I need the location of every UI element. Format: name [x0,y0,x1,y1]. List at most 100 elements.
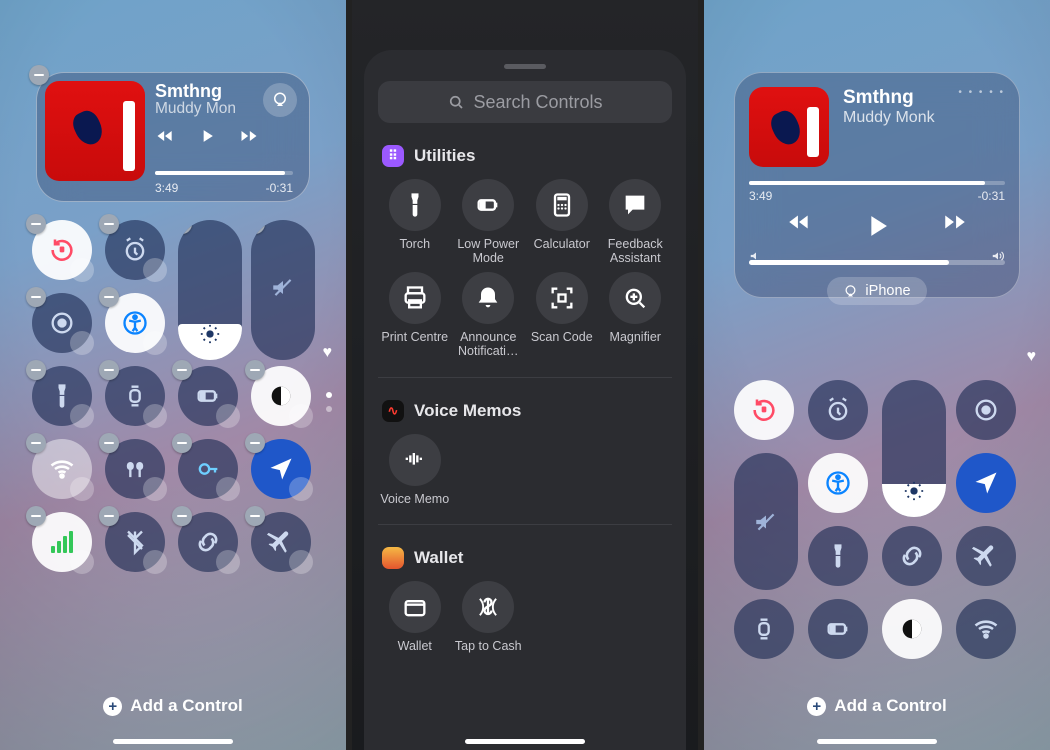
watch-button[interactable] [734,599,794,659]
airplane-mode-button[interactable] [251,512,311,572]
resize-grip-icon[interactable] [143,477,167,501]
dark-mode-button[interactable] [251,366,311,426]
resize-grip-icon[interactable] [216,550,240,574]
remove-icon[interactable] [26,360,46,380]
resize-grip-icon[interactable] [216,477,240,501]
gallery-item-wallet[interactable]: Wallet [378,581,452,653]
gallery-item-voice-memo[interactable]: Voice Memo [378,434,452,506]
accessibility-button[interactable] [808,453,868,513]
resize-grip-icon[interactable] [70,258,94,282]
resize-grip-icon[interactable] [216,404,240,428]
resize-grip-icon[interactable] [289,404,313,428]
add-control-button[interactable]: + Add a Control [0,696,346,716]
link-button[interactable] [882,526,942,586]
resize-grip-icon[interactable] [289,477,313,501]
resize-grip-icon[interactable] [289,550,313,574]
rotation-lock-button[interactable] [734,380,794,440]
gallery-item-torch[interactable]: Torch [378,179,452,266]
volume-slider[interactable] [749,260,1005,265]
resize-grip-icon[interactable] [70,477,94,501]
page-dots[interactable] [326,392,332,412]
now-playing-large[interactable]: Smthng Muddy Monk • • • • • 3:49-0:31 iP… [734,72,1020,298]
remove-icon[interactable] [172,360,192,380]
remove-icon[interactable] [99,360,119,380]
remove-icon[interactable] [26,214,46,234]
gallery-item-calculator[interactable]: Calculator [525,179,599,266]
favorites-heart-icon[interactable]: ♥ [1027,348,1037,366]
resize-grip-icon[interactable] [70,404,94,428]
brightness-slider[interactable] [882,380,946,517]
remove-icon[interactable] [251,220,265,234]
rewind-icon[interactable] [786,209,812,248]
remove-icon[interactable] [178,220,192,234]
torch-button[interactable] [32,366,92,426]
gallery-item-print[interactable]: Print Centre [378,272,452,359]
screen-record-button[interactable] [32,293,92,353]
remove-icon[interactable] [29,65,49,85]
play-icon[interactable] [860,209,894,248]
resize-grip-icon[interactable] [70,550,94,574]
gallery-item-scan-code[interactable]: Scan Code [525,272,599,359]
remove-icon[interactable] [172,433,192,453]
accessibility-button[interactable] [105,293,165,353]
now-playing-card[interactable]: Smthng Muddy Mon 3:49 -0:31 [36,72,310,202]
passwords-button[interactable] [178,439,238,499]
play-icon[interactable] [197,126,217,151]
airplay-icon[interactable] [263,83,297,117]
wifi-button[interactable] [32,439,92,499]
alarm-button[interactable] [808,380,868,440]
dark-mode-button[interactable] [882,599,942,659]
low-power-button[interactable] [808,599,868,659]
remove-icon[interactable] [99,287,119,307]
add-control-button[interactable]: + Add a Control [704,696,1050,716]
rewind-icon[interactable] [155,126,175,151]
volume-slider[interactable] [734,453,798,590]
remove-icon[interactable] [99,506,119,526]
volume-slider[interactable] [251,220,315,360]
more-icon[interactable]: • • • • • [958,87,1005,167]
brightness-slider[interactable] [178,220,242,360]
gallery-item-low-power[interactable]: Low Power Mode [452,179,526,266]
resize-grip-icon[interactable] [143,550,167,574]
resize-grip-icon[interactable] [143,404,167,428]
airplane-mode-button[interactable] [956,526,1016,586]
watch-button[interactable] [105,366,165,426]
remove-icon[interactable] [26,287,46,307]
gallery-item-announce[interactable]: Announce Notificati… [452,272,526,359]
audio-route-button[interactable]: iPhone [827,277,926,305]
location-button[interactable] [956,453,1016,513]
remove-icon[interactable] [99,433,119,453]
screen-record-button[interactable] [956,380,1016,440]
low-power-button[interactable] [178,366,238,426]
scrubber[interactable] [749,181,1005,185]
wifi-button[interactable] [956,599,1016,659]
favorites-heart-icon[interactable]: ♥ [323,344,333,362]
rotation-lock-button[interactable] [32,220,92,280]
remove-icon[interactable] [245,360,265,380]
gallery-item-tap-to-cash[interactable]: Tap to Cash [452,581,526,653]
scrubber[interactable] [155,171,293,175]
home-indicator[interactable] [465,739,585,744]
sheet-grabber[interactable] [504,64,546,69]
cellular-button[interactable] [32,512,92,572]
remove-icon[interactable] [245,506,265,526]
search-input[interactable]: Search Controls [378,81,672,123]
location-button[interactable] [251,439,311,499]
remove-icon[interactable] [26,433,46,453]
airpods-button[interactable] [105,439,165,499]
remove-icon[interactable] [172,506,192,526]
resize-grip-icon[interactable] [143,331,167,355]
resize-grip-icon[interactable] [143,258,167,282]
link-button[interactable] [178,512,238,572]
gallery-item-magnifier[interactable]: Magnifier [599,272,673,359]
resize-grip-icon[interactable] [70,331,94,355]
remove-icon[interactable] [26,506,46,526]
bluetooth-button[interactable] [105,512,165,572]
remove-icon[interactable] [245,433,265,453]
home-indicator[interactable] [817,739,937,744]
remove-icon[interactable] [99,214,119,234]
gallery-item-feedback[interactable]: Feedback Assistant [599,179,673,266]
torch-button[interactable] [808,526,868,586]
forward-icon[interactable] [239,126,259,151]
alarm-button[interactable] [105,220,165,280]
